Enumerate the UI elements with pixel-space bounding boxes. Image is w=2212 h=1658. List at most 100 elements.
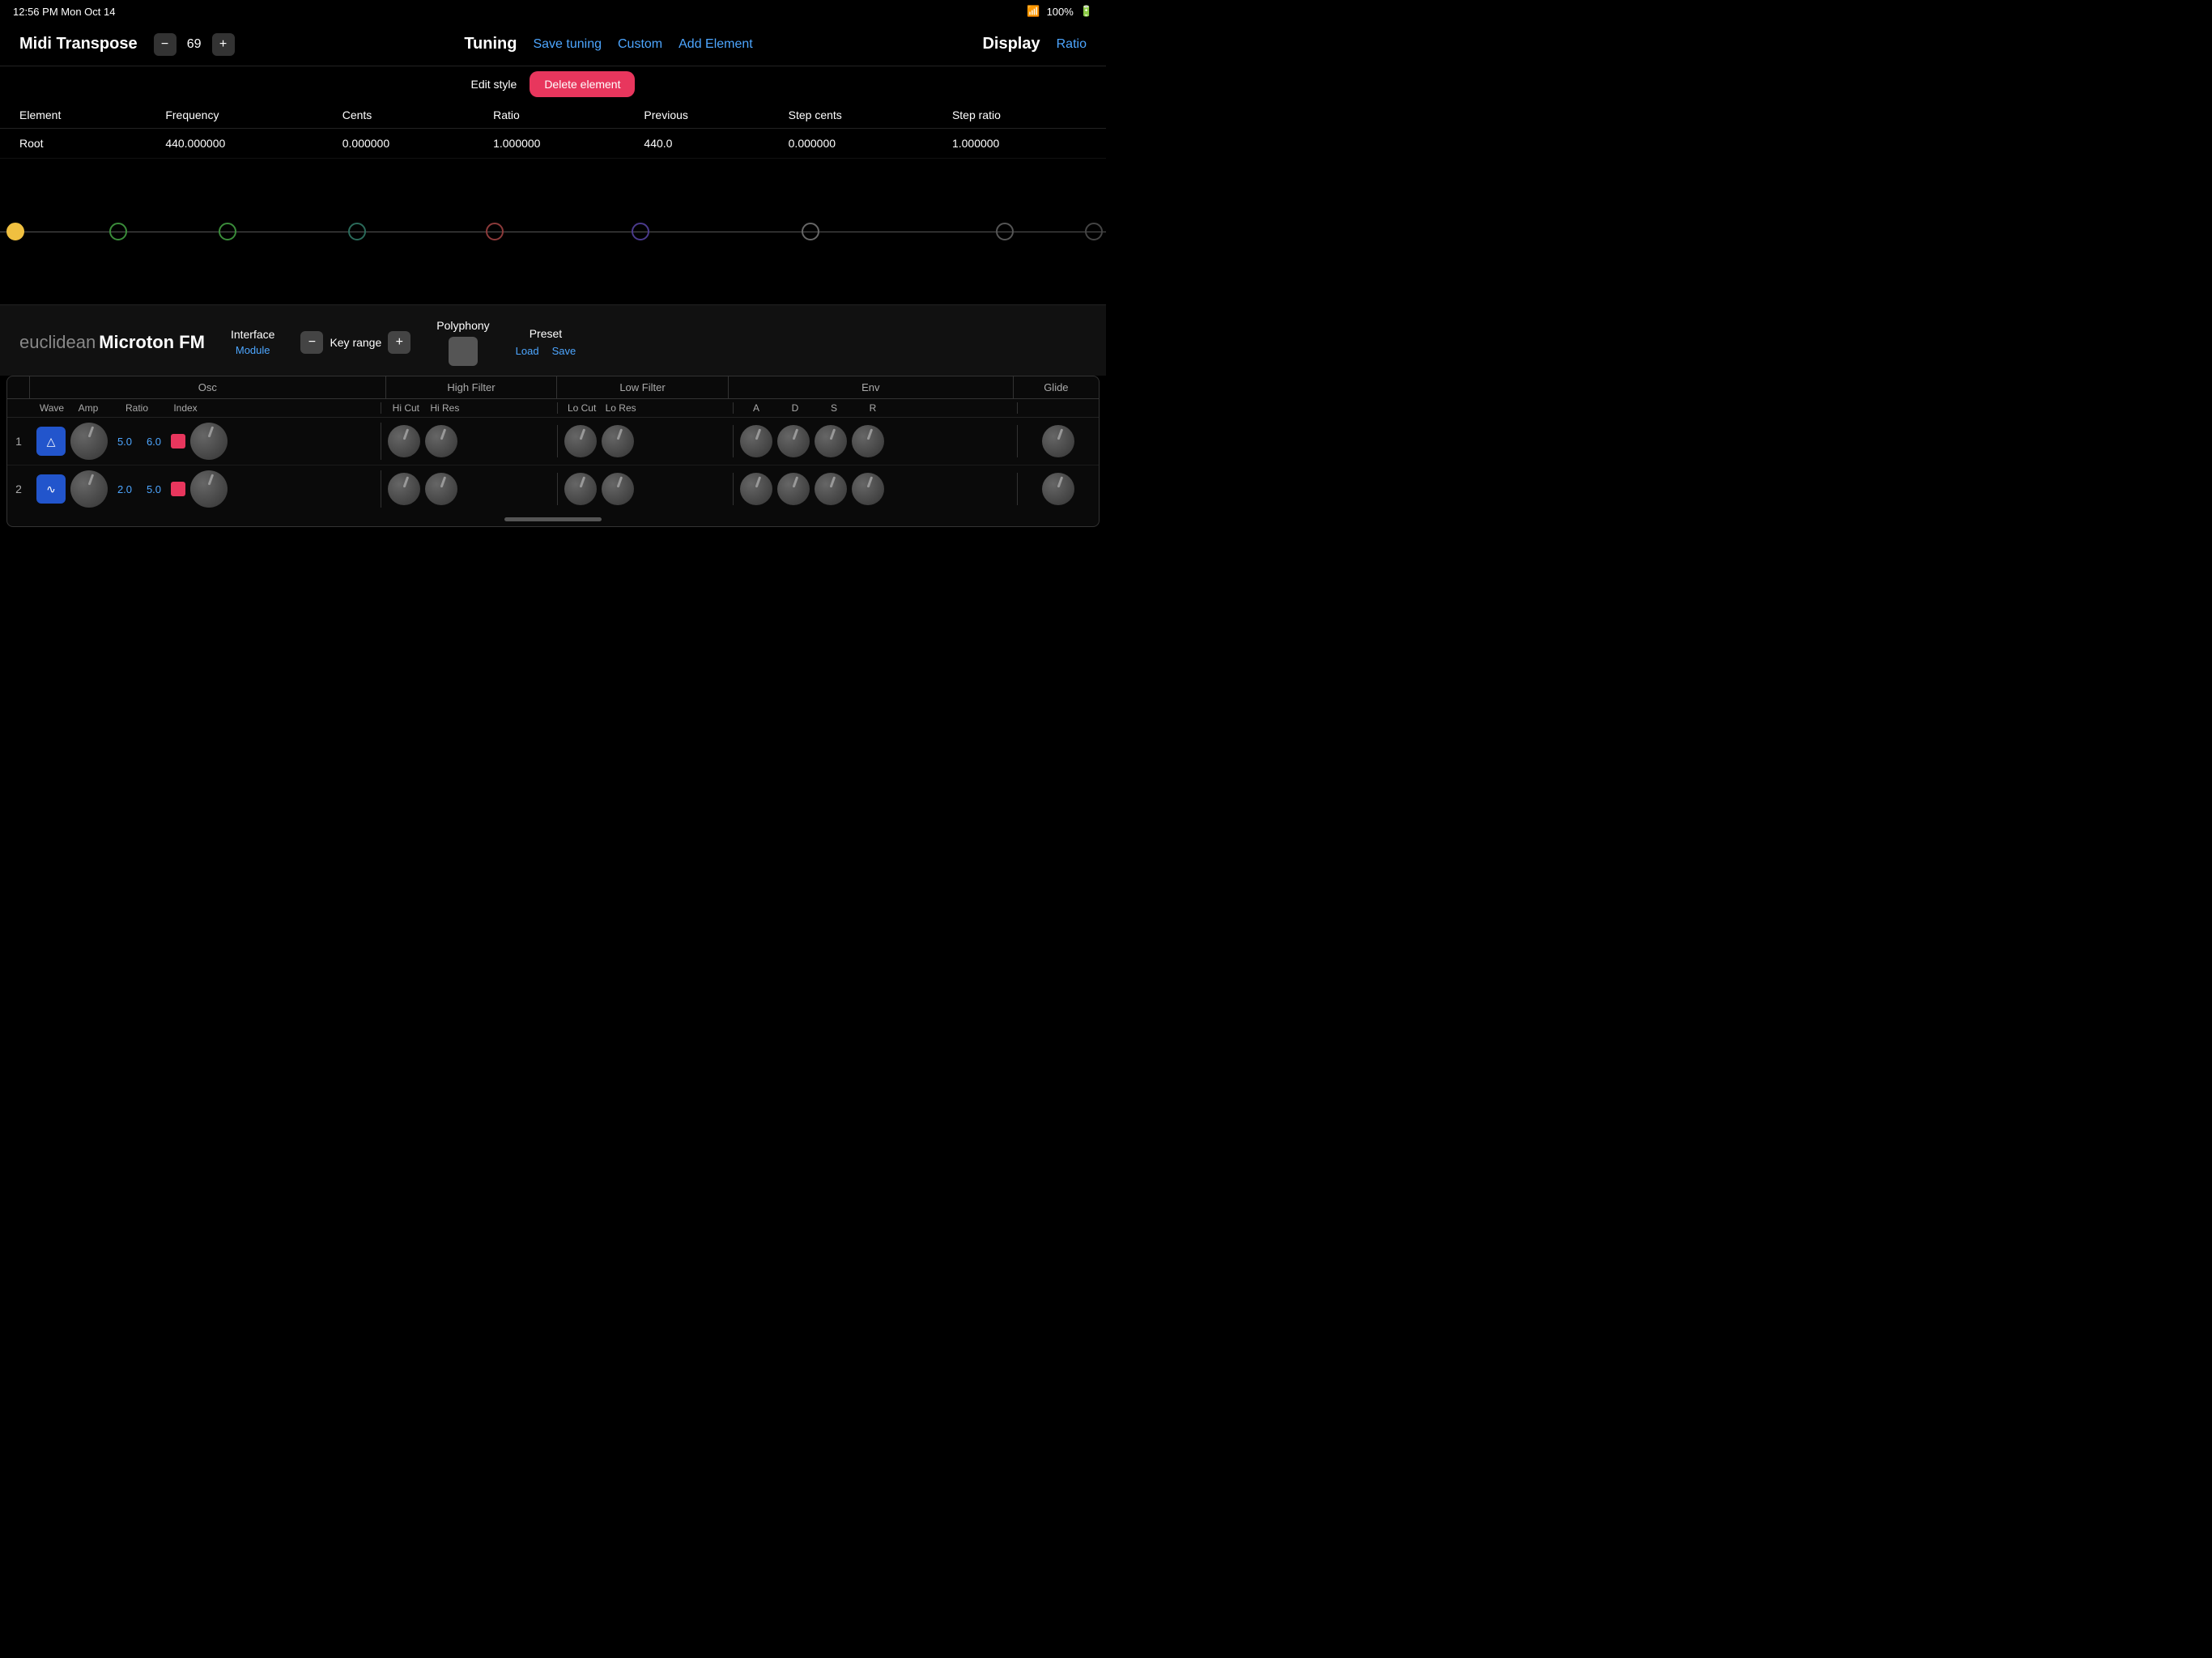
synth-row-1: 1 △ 5.0 6.0 [7, 418, 1099, 466]
preset-actions: Load Save [516, 345, 576, 357]
row-1-num: 1 [7, 435, 30, 448]
row-1-hi-cut-knob[interactable] [388, 425, 420, 457]
preset-load-link[interactable]: Load [516, 345, 539, 357]
battery-icon: 🔋 [1080, 5, 1093, 18]
pitch-dot[interactable] [348, 223, 366, 240]
synth-sub-headers: Wave Amp Ratio Index Hi Cut Hi Res Lo Cu… [7, 399, 1099, 418]
low-filter-section-header: Low Filter [557, 376, 729, 398]
nav-center: Tuning Save tuning Custom Add Element [464, 35, 752, 53]
app-title-light: euclidean [19, 332, 96, 353]
hi-res-col-label: Hi Res [427, 402, 462, 414]
table-row[interactable]: Root440.0000000.0000001.000000440.00.000… [0, 129, 1106, 159]
polyphony-toggle[interactable] [449, 337, 478, 366]
transpose-value: 69 [183, 37, 206, 52]
pitch-dot[interactable] [996, 223, 1014, 240]
bottom-panel: euclidean Microton FM Interface Module −… [0, 304, 1106, 376]
synth-panel: Osc High Filter Low Filter Env Glide Wav… [6, 376, 1100, 527]
row-1-env-d-knob[interactable] [777, 425, 810, 457]
row-2-env-s-knob[interactable] [815, 473, 847, 505]
r-col-label: R [857, 402, 889, 414]
row-2-glide-knob[interactable] [1042, 473, 1074, 505]
ratio-link[interactable]: Ratio [1057, 37, 1087, 52]
table-header-row: Element Frequency Cents Ratio Previous S… [0, 102, 1106, 129]
col-step-ratio: Step ratio [939, 102, 1106, 129]
top-nav: Midi Transpose − 69 + Tuning Save tuning… [0, 23, 1106, 66]
synth-section-headers: Osc High Filter Low Filter Env Glide [7, 376, 1099, 399]
add-element-link[interactable]: Add Element [678, 37, 753, 52]
row-2-ratio1-value: 2.0 [113, 483, 137, 495]
pitch-dots [0, 159, 1106, 304]
row-2-index-knob[interactable] [190, 470, 228, 508]
row-1-amp-knob[interactable] [70, 423, 108, 460]
scrollbar-thumb[interactable] [504, 517, 602, 521]
pitch-dot[interactable] [219, 223, 236, 240]
status-right: 📶 100% 🔋 [1027, 5, 1093, 18]
nav-left: Midi Transpose − 69 + [19, 33, 235, 56]
interface-value[interactable]: Module [231, 344, 274, 356]
col-previous: Previous [631, 102, 775, 129]
save-tuning-link[interactable]: Save tuning [533, 37, 602, 52]
lo-res-col-label: Lo Res [603, 402, 639, 414]
pitch-dot[interactable] [486, 223, 504, 240]
tuning-table: Element Frequency Cents Ratio Previous S… [0, 102, 1106, 159]
midi-transpose-title: Midi Transpose [19, 35, 138, 53]
key-range-label: Key range [330, 336, 381, 349]
row-1-env-a-knob[interactable] [740, 425, 772, 457]
row-1-glide-knob[interactable] [1042, 425, 1074, 457]
row-1-env-s-knob[interactable] [815, 425, 847, 457]
row-2-env-a-knob[interactable] [740, 473, 772, 505]
row-1-env-r-knob[interactable] [852, 425, 884, 457]
index-col-label: Index [168, 402, 203, 414]
row-2-ratio-dot[interactable] [171, 482, 185, 496]
pitch-dot[interactable] [109, 223, 127, 240]
preset-label: Preset [516, 327, 576, 340]
scrollbar-row [7, 512, 1099, 526]
nav-right: Display Ratio [982, 35, 1087, 53]
custom-link[interactable]: Custom [618, 37, 662, 52]
row-2-lo-res-knob[interactable] [602, 473, 634, 505]
row-2-hi-res-knob[interactable] [425, 473, 457, 505]
d-col-label: D [779, 402, 811, 414]
wifi-icon: 📶 [1027, 5, 1040, 18]
row-2-env-r-knob[interactable] [852, 473, 884, 505]
pitch-dot[interactable] [6, 223, 24, 240]
delete-element-button[interactable]: Delete element [530, 71, 635, 97]
col-step-cents: Step cents [776, 102, 939, 129]
status-time: 12:56 PM Mon Oct 14 [13, 6, 115, 18]
col-element: Element [0, 102, 152, 129]
row-1-hi-res-knob[interactable] [425, 425, 457, 457]
preset-save-link[interactable]: Save [552, 345, 576, 357]
amp-col-label: Amp [70, 402, 106, 414]
row-2-env-d-knob[interactable] [777, 473, 810, 505]
key-range-plus-button[interactable]: + [388, 331, 410, 354]
row-2-num: 2 [7, 483, 30, 495]
battery-label: 100% [1047, 6, 1074, 18]
row-1-wave-button[interactable]: △ [36, 427, 66, 456]
key-range-minus-button[interactable]: − [300, 331, 323, 354]
pitch-dot[interactable] [802, 223, 819, 240]
ratio-col-label: Ratio [109, 402, 164, 414]
row-2-hi-cut-knob[interactable] [388, 473, 420, 505]
app-title-bold: Microton FM [99, 332, 205, 353]
row-2-lo-cut-knob[interactable] [564, 473, 597, 505]
row-2-amp-knob[interactable] [70, 470, 108, 508]
pitch-dot[interactable] [632, 223, 649, 240]
pitch-area [0, 159, 1106, 304]
col-frequency: Frequency [152, 102, 329, 129]
osc-section-header: Osc [30, 376, 386, 398]
interface-group: Interface Module [231, 328, 274, 356]
row-1-lo-res-knob[interactable] [602, 425, 634, 457]
pitch-dot[interactable] [1085, 223, 1103, 240]
app-title: euclidean Microton FM [19, 332, 205, 353]
tuning-table-container: Element Frequency Cents Ratio Previous S… [0, 102, 1106, 159]
polyphony-group: Polyphony [436, 319, 489, 366]
row-1-lo-cut-knob[interactable] [564, 425, 597, 457]
key-range-group: − Key range + [300, 331, 410, 354]
transpose-plus-button[interactable]: + [212, 33, 235, 56]
row-1-index-knob[interactable] [190, 423, 228, 460]
transpose-minus-button[interactable]: − [154, 33, 177, 56]
col-ratio: Ratio [480, 102, 631, 129]
row-1-ratio-dot[interactable] [171, 434, 185, 449]
preset-group: Preset Load Save [516, 327, 576, 357]
row-2-wave-button[interactable]: ∿ [36, 474, 66, 504]
